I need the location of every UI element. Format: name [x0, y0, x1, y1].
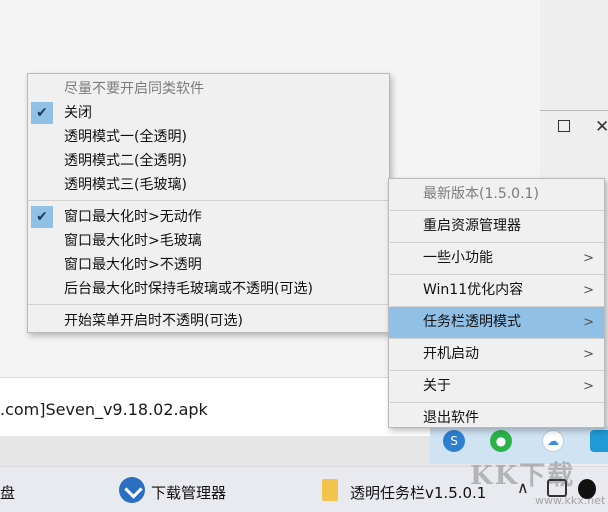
taskbar-item-download-manager[interactable]: 下载管理器 — [151, 482, 226, 503]
menu-item-max-opaque[interactable]: 窗口最大化时>不透明 — [28, 253, 389, 277]
folder-icon[interactable] — [322, 479, 338, 501]
menu-item-startup[interactable]: 开机启动 > — [389, 339, 604, 370]
file-name[interactable]: .com]Seven_v9.18.02.apk — [0, 400, 208, 419]
chevron-right-icon: > — [583, 283, 594, 298]
check-icon: ✔ — [31, 102, 53, 124]
watermark-url: www.kkx.net — [535, 494, 606, 507]
transparency-submenu: 尽量不要开启同类软件 ✔ 关闭 透明模式一(全透明) 透明模式二(全透明) 透明… — [27, 73, 390, 333]
menu-item-taskbar-transparency[interactable]: 任务栏透明模式 > — [389, 307, 604, 338]
menu-item-max-frosted[interactable]: 窗口最大化时>毛玻璃 — [28, 229, 389, 253]
chevron-right-icon: > — [583, 347, 594, 362]
menu-item-mode-3[interactable]: 透明模式三(毛玻璃) — [28, 173, 389, 197]
menu-item-mode-1[interactable]: 透明模式一(全透明) — [28, 125, 389, 149]
menu-item-about[interactable]: 关于 > — [389, 371, 604, 402]
menu-separator — [28, 200, 389, 201]
taskbar-item-drive[interactable]: 盘 — [0, 482, 15, 503]
menu-item-start-menu-opaque[interactable]: 开始菜单开启时不透明(可选) — [28, 309, 389, 333]
taskbar-item-transparent-taskbar[interactable]: 透明任务栏v1.5.0.1 — [350, 482, 486, 503]
menu-item-max-no-action[interactable]: ✔ 窗口最大化时>无动作 — [28, 205, 389, 229]
chevron-right-icon: > — [583, 315, 594, 330]
chevron-right-icon: > — [583, 251, 594, 266]
menu-item-exit[interactable]: 退出软件 — [389, 403, 604, 434]
tray-context-menu: 最新版本(1.5.0.1) 重启资源管理器 一些小功能 > Win11优化内容 > … — [388, 178, 605, 428]
menu-item-version: 最新版本(1.5.0.1) — [423, 186, 539, 202]
download-manager-icon[interactable] — [119, 477, 145, 503]
watermark-logo: KK下载 — [470, 461, 576, 491]
submenu-header: 尽量不要开启同类软件 — [64, 81, 204, 97]
check-icon: ✔ — [31, 206, 53, 228]
menu-item-small-features[interactable]: 一些小功能 > — [389, 243, 604, 274]
menu-item-background-max[interactable]: 后台最大化时保持毛玻璃或不透明(可选) — [28, 277, 389, 301]
divider — [540, 110, 608, 111]
menu-item-win11-optimize[interactable]: Win11优化内容 > — [389, 275, 604, 306]
menu-item-off[interactable]: ✔ 关闭 — [28, 101, 389, 125]
menu-item-mode-2[interactable]: 透明模式二(全透明) — [28, 149, 389, 173]
chevron-right-icon: > — [583, 379, 594, 394]
maximize-button[interactable] — [558, 120, 570, 132]
menu-separator — [28, 304, 389, 305]
menu-item-restart-explorer[interactable]: 重启资源管理器 — [389, 211, 604, 242]
close-button[interactable]: ✕ — [595, 117, 608, 137]
